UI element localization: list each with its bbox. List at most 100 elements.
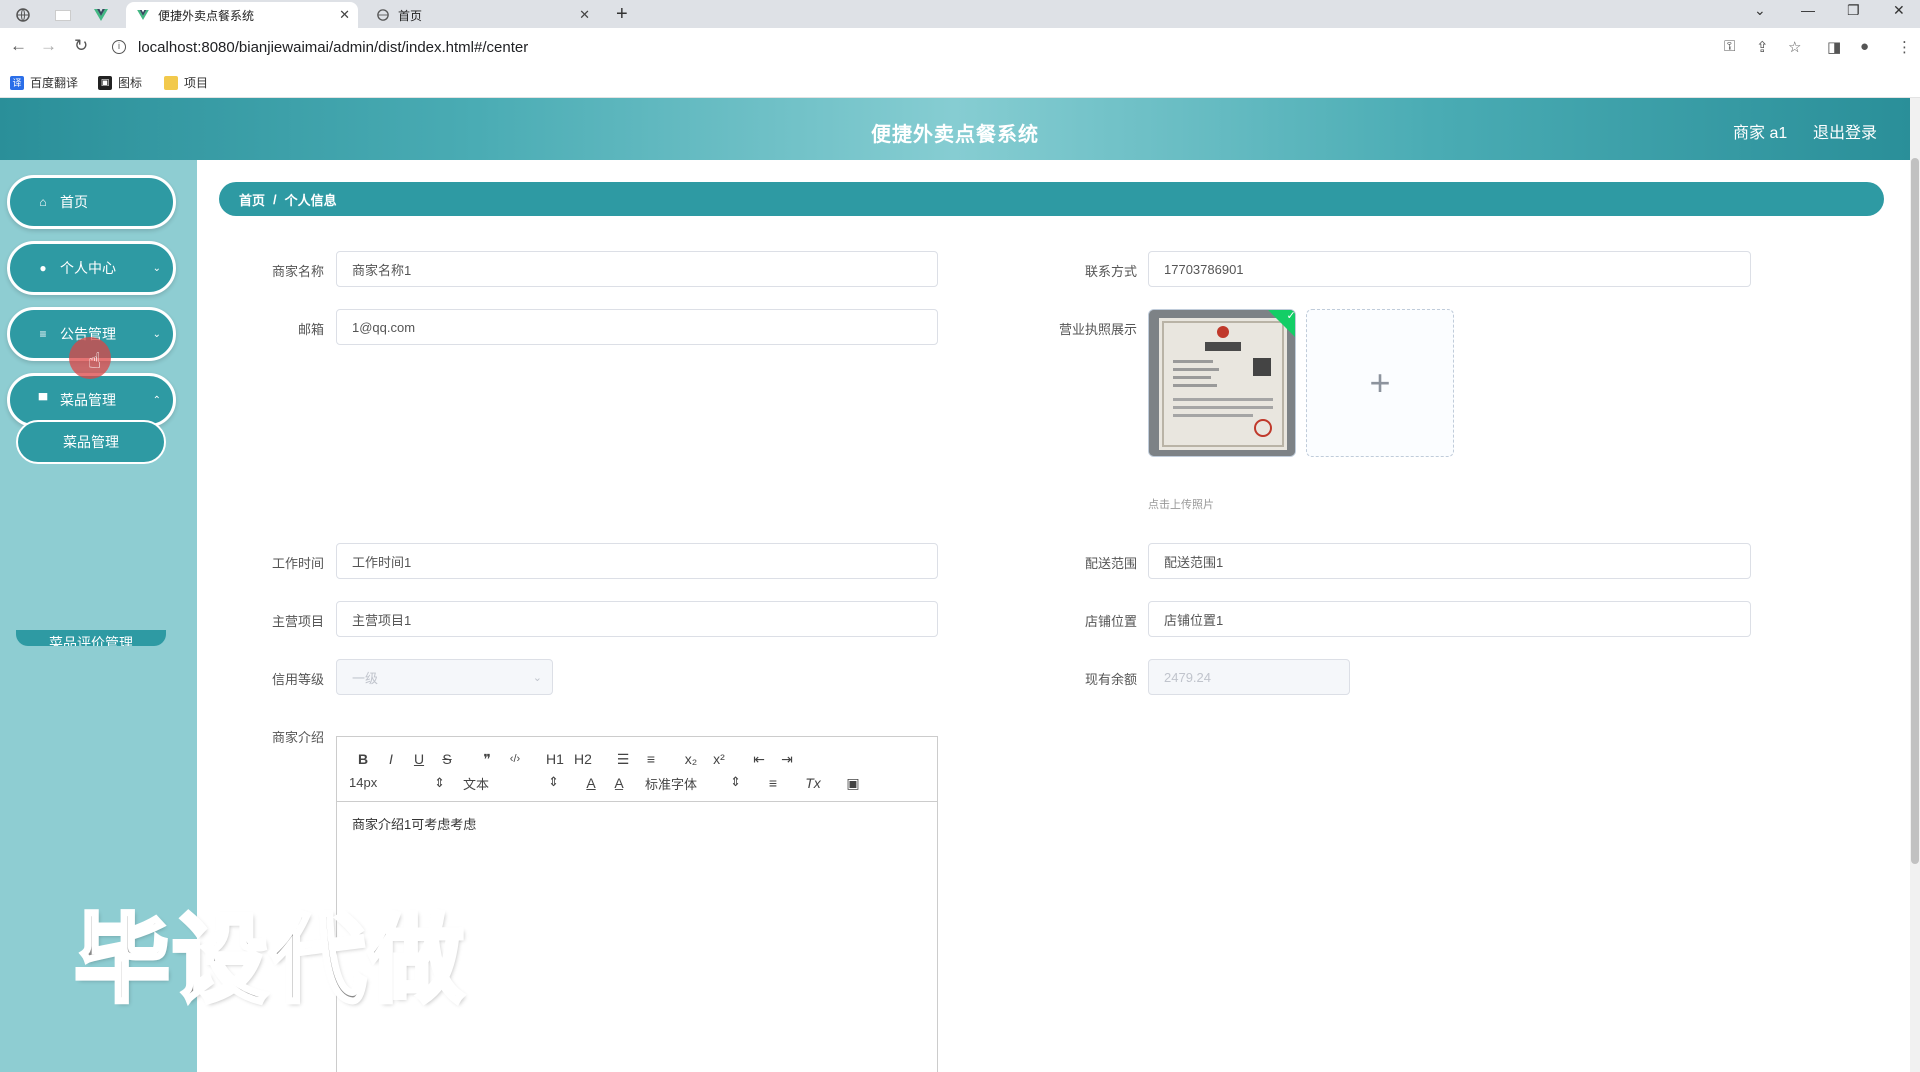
globe-icon[interactable] bbox=[8, 4, 38, 26]
scrollbar-thumb[interactable] bbox=[1911, 158, 1919, 864]
h1-button[interactable]: H1 bbox=[541, 751, 569, 767]
logout-button[interactable]: 退出登录 bbox=[1813, 119, 1877, 143]
strike-button[interactable]: S bbox=[433, 751, 461, 767]
sidebar-subitem-dish-reviews[interactable]: 菜品评价管理 bbox=[16, 630, 166, 646]
contact-input[interactable]: 17703786901 bbox=[1148, 251, 1751, 287]
image-button[interactable]: ▣ bbox=[839, 775, 867, 792]
underline-button[interactable]: U bbox=[405, 751, 433, 767]
breadcrumb-separator: / bbox=[273, 191, 277, 207]
image-icon: ▣ bbox=[98, 75, 112, 90]
select-arrows-icon: ⇕ bbox=[434, 775, 445, 790]
upload-button[interactable]: + bbox=[1306, 309, 1454, 457]
bookmarks-bar: 译 百度翻译 ▣ 图标 项目 bbox=[0, 68, 1920, 98]
main-project-input[interactable]: 主营项目1 bbox=[336, 601, 938, 637]
watermark: 毕设代做 bbox=[72, 905, 466, 1016]
bookmark-label: 百度翻译 bbox=[30, 76, 79, 90]
key-icon[interactable]: ⚿ bbox=[1724, 38, 1735, 55]
main-project-label: 主营项目 bbox=[271, 614, 324, 629]
tab-title: 首页 bbox=[398, 8, 423, 23]
sidebar-item-label: 个人中心 bbox=[60, 260, 116, 276]
share-icon[interactable]: ⇪ bbox=[1756, 38, 1769, 56]
quote-button[interactable]: ❞ bbox=[473, 751, 501, 768]
ordered-list-button[interactable]: ☰ bbox=[609, 751, 637, 768]
toolbar-row: 14px ⇕ 文本 ⇕ A A̲ 标准字体 ⇕ ≡ Tx ▣ bbox=[349, 771, 925, 795]
star-icon[interactable]: ☆ bbox=[1788, 38, 1801, 56]
shop-name-input[interactable]: 商家名称1 bbox=[336, 251, 938, 287]
bold-button[interactable]: B bbox=[349, 751, 377, 767]
sidepanel-icon[interactable]: ◨ bbox=[1827, 38, 1841, 56]
home-icon: ⌂ bbox=[39, 195, 47, 209]
toolbar-row: B I U S ❞ ‹/› H1 H2 ☰ ≡ x₂ x² ⇤ ⇥ bbox=[349, 747, 925, 771]
chevron-down-icon: ⌄ bbox=[152, 262, 161, 274]
format-value: 文本 bbox=[463, 776, 490, 792]
url-field[interactable]: localhost:8080/bianjiewaimai/admin/dist/… bbox=[138, 39, 528, 56]
font-color-button[interactable]: A bbox=[577, 775, 605, 791]
vue-icon[interactable] bbox=[86, 4, 116, 26]
shop-location-input[interactable]: 店铺位置1 bbox=[1148, 601, 1751, 637]
sidebar-item-dishes[interactable]: ▀ 菜品管理 ⌃ bbox=[7, 373, 176, 427]
font-size-value: 14px bbox=[349, 775, 378, 790]
bookmark-icons[interactable]: ▣ 图标 bbox=[98, 74, 142, 91]
format-select[interactable]: 文本 ⇕ bbox=[463, 774, 559, 793]
sidebar-item-home[interactable]: ⌂ 首页 bbox=[7, 175, 176, 229]
forward-icon[interactable]: → bbox=[40, 36, 57, 56]
superscript-button[interactable]: x² bbox=[705, 751, 733, 767]
sidebar-item-label: 菜品管理 bbox=[60, 392, 116, 408]
email-input[interactable]: 1@qq.com bbox=[336, 309, 938, 345]
indent-button[interactable]: ⇥ bbox=[773, 751, 801, 768]
blank-tab-icon[interactable] bbox=[48, 4, 78, 26]
sidebar-subitem-dish-management[interactable]: 菜品管理 bbox=[16, 420, 166, 464]
bookmark-baidu-translate[interactable]: 译 百度翻译 bbox=[10, 74, 78, 91]
user-name: 商家 a1 bbox=[1733, 125, 1788, 142]
sidebar-item-label: 首页 bbox=[60, 194, 88, 210]
restore-icon[interactable]: ❐ bbox=[1847, 2, 1860, 19]
license-thumbnail[interactable]: ✓ bbox=[1148, 309, 1296, 457]
intro-label: 商家介绍 bbox=[271, 730, 324, 745]
minimize-icon[interactable]: — bbox=[1801, 2, 1815, 18]
sidebar-item-personal-center[interactable]: ● 个人中心 ⌄ bbox=[7, 241, 176, 295]
tab-home[interactable]: 首页 ✕ bbox=[366, 2, 598, 28]
balance-label: 现有余额 bbox=[1084, 672, 1137, 687]
bookmark-project[interactable]: 项目 bbox=[164, 74, 208, 91]
breadcrumb-home[interactable]: 首页 bbox=[239, 190, 265, 209]
profile-icon[interactable]: ● bbox=[1860, 38, 1869, 55]
italic-button[interactable]: I bbox=[377, 751, 405, 767]
bullet-list-button[interactable]: ≡ bbox=[637, 751, 665, 767]
balance-input: 2479.24 bbox=[1148, 659, 1350, 695]
reload-icon[interactable]: ↻ bbox=[74, 36, 88, 56]
work-time-label: 工作时间 bbox=[271, 556, 324, 571]
chevron-up-icon: ⌃ bbox=[152, 394, 161, 406]
code-button[interactable]: ‹/› bbox=[501, 753, 529, 765]
font-size-select[interactable]: 14px ⇕ bbox=[349, 775, 445, 791]
align-button[interactable]: ≡ bbox=[759, 775, 787, 791]
user-icon: ● bbox=[39, 261, 47, 275]
font-family-value: 标准字体 bbox=[645, 776, 698, 792]
editor-content[interactable]: 商家介绍1可考虑考虑 bbox=[337, 802, 937, 845]
background-color-button[interactable]: A̲ bbox=[605, 775, 633, 791]
close-window-icon[interactable]: ✕ bbox=[1893, 2, 1905, 19]
close-icon[interactable]: ✕ bbox=[339, 7, 350, 23]
back-icon[interactable]: ← bbox=[10, 36, 27, 56]
new-tab-button[interactable]: + bbox=[616, 3, 628, 25]
tab-title: 便捷外卖点餐系统 bbox=[158, 8, 255, 23]
chevron-down-icon: ⌄ bbox=[152, 328, 161, 340]
page-scrollbar[interactable] bbox=[1910, 98, 1920, 1072]
upload-tip: 点击上传照片 bbox=[1148, 499, 1214, 511]
tab-active[interactable]: 便捷外卖点餐系统 ✕ bbox=[126, 2, 358, 28]
translate-icon: 译 bbox=[10, 75, 24, 90]
outdent-button[interactable]: ⇤ bbox=[745, 751, 773, 768]
font-family-select[interactable]: 标准字体 ⇕ bbox=[645, 774, 741, 793]
close-icon[interactable]: ✕ bbox=[579, 7, 590, 23]
browser-tab-bar: 便捷外卖点餐系统 ✕ 首页 ✕ + ⌄ — ❐ ✕ bbox=[0, 0, 1920, 28]
delivery-range-input[interactable]: 配送范围1 bbox=[1148, 543, 1751, 579]
h2-button[interactable]: H2 bbox=[569, 751, 597, 767]
chevron-down-icon[interactable]: ⌄ bbox=[1754, 2, 1766, 19]
work-time-input[interactable]: 工作时间1 bbox=[336, 543, 938, 579]
breadcrumb-current: 个人信息 bbox=[284, 192, 337, 208]
credit-level-value: 一级 bbox=[352, 670, 379, 686]
list-icon: ≡ bbox=[39, 327, 47, 341]
menu-icon[interactable]: ⋮ bbox=[1897, 38, 1912, 56]
subscript-button[interactable]: x₂ bbox=[677, 751, 705, 767]
clear-format-button[interactable]: Tx bbox=[799, 775, 827, 791]
info-icon[interactable]: i bbox=[112, 40, 126, 54]
